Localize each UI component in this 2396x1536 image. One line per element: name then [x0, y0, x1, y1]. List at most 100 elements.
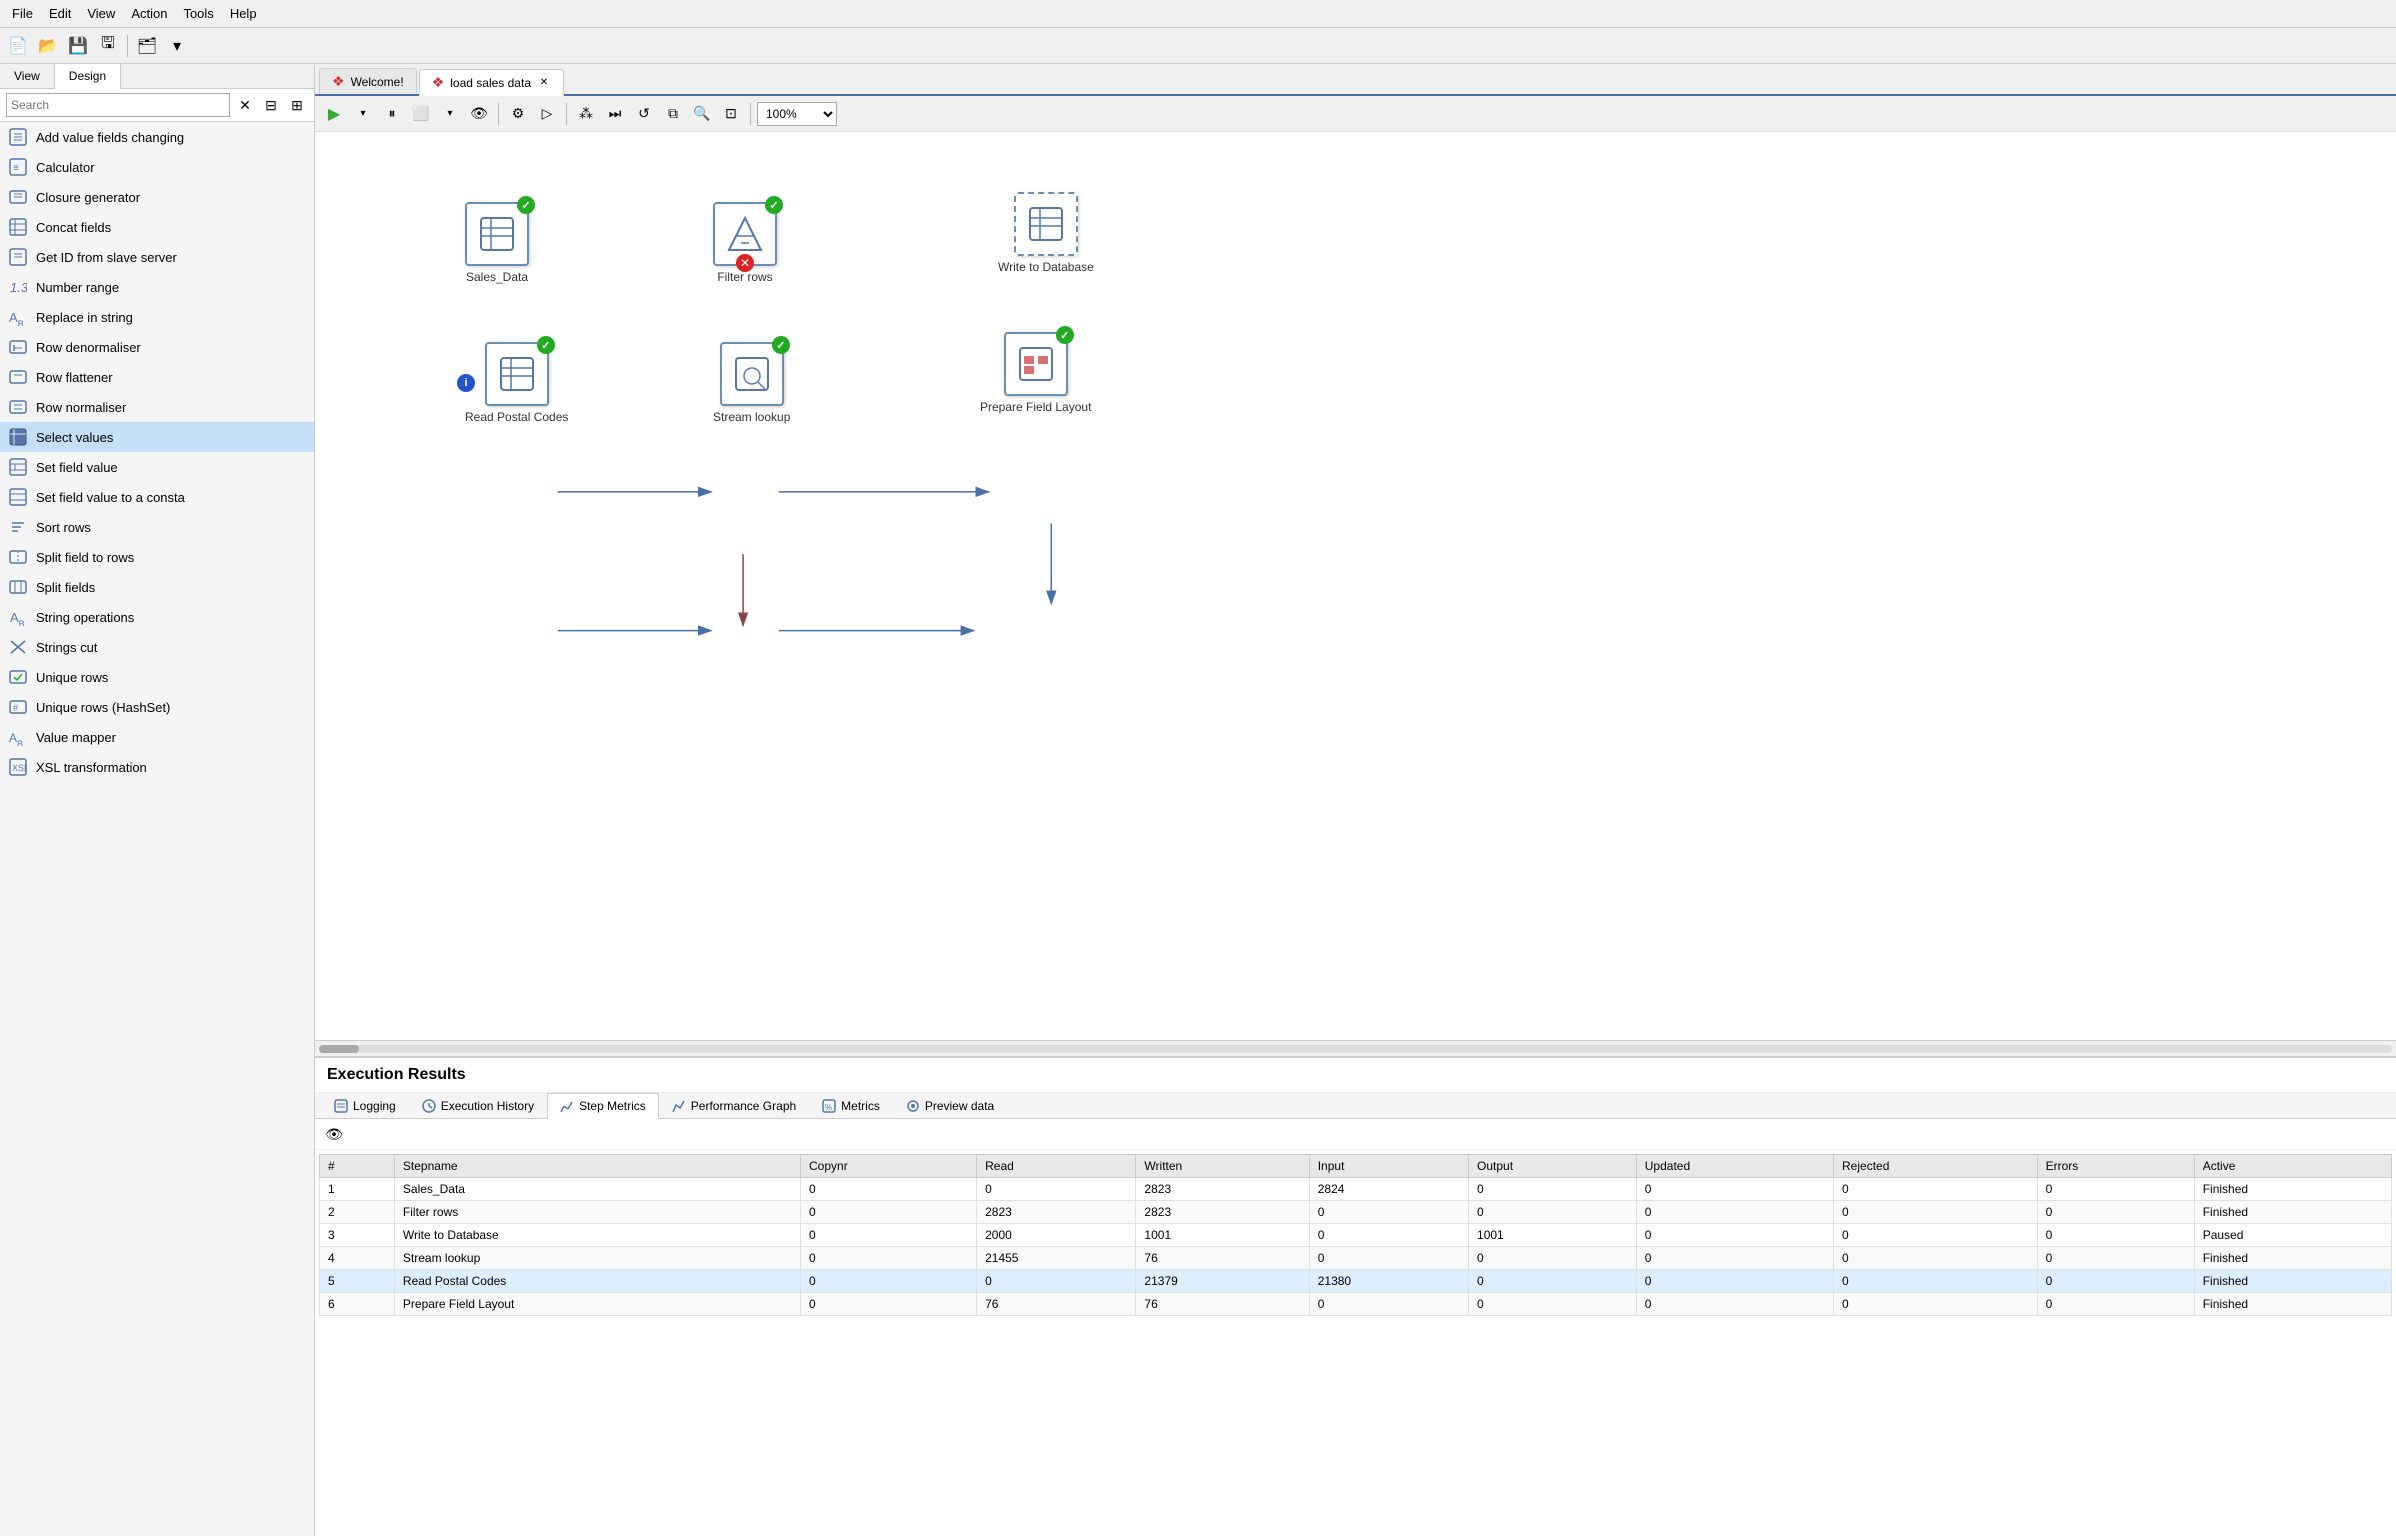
menu-edit[interactable]: Edit — [41, 4, 79, 23]
sidebar-item-row-normaliser[interactable]: Row normaliser — [0, 392, 314, 422]
col-active: Active — [2194, 1155, 2391, 1178]
preview-button[interactable]: 👁 — [466, 102, 492, 126]
sidebar-item-strings-cut[interactable]: Strings cut — [0, 632, 314, 662]
sidebar-item-set-field-value-const[interactable]: Set field value to a consta — [0, 482, 314, 512]
node-read-postal[interactable]: ✓ i Read Postal Codes — [465, 342, 568, 424]
run-step-button[interactable]: ▷ — [534, 102, 560, 126]
search-clear-btn[interactable]: ✕ — [234, 94, 256, 116]
sidebar-item-row-denormaliser[interactable]: Row denormaliser — [0, 332, 314, 362]
col-rejected: Rejected — [1834, 1155, 2038, 1178]
sidebar-item-closure-generator[interactable]: Closure generator — [0, 182, 314, 212]
exec-tab-step-metrics[interactable]: Step Metrics — [547, 1093, 659, 1119]
copy-button[interactable]: ⧉ — [660, 102, 686, 126]
menu-action[interactable]: Action — [123, 4, 175, 23]
sidebar-item-split-fields[interactable]: Split fields — [0, 572, 314, 602]
sidebar-item-calculator[interactable]: ≡ Calculator — [0, 152, 314, 182]
sidebar-item-add-value-fields[interactable]: Add value fields changing — [0, 122, 314, 152]
refresh-button[interactable]: ↺ — [631, 102, 657, 126]
stop-dropdown[interactable]: ▾ — [437, 102, 463, 126]
sidebar-item-concat-fields[interactable]: Concat fields — [0, 212, 314, 242]
menu-view[interactable]: View — [79, 4, 123, 23]
node-filter-rows[interactable]: ✓ ✕ Filter rows — [713, 202, 777, 284]
canvas-toolbar: ▶ ▾ ⏸ ⬜ ▾ 👁 ⚙ ▷ ⁂ ⏭ ↺ ⧉ 🔍 ⊡ 100% 75% 50%… — [315, 96, 2396, 132]
sidebar-item-sort-rows[interactable]: Sort rows — [0, 512, 314, 542]
zoom-select[interactable]: 100% 75% 50% 150% 200% — [757, 102, 837, 126]
stop-button[interactable]: ⬜ — [408, 102, 434, 126]
search-expand-btn[interactable]: ⊞ — [286, 94, 308, 116]
settings-button[interactable]: ⚙ — [505, 102, 531, 126]
node-sales-data[interactable]: ✓ Sales_Data — [465, 202, 529, 284]
get-id-icon — [8, 247, 28, 267]
exec-results-title: Execution Results — [315, 1058, 2396, 1093]
col-read: Read — [977, 1155, 1136, 1178]
sidebar-label-set-field-value: Set field value — [36, 460, 306, 475]
run-button[interactable]: ▶ — [321, 102, 347, 126]
tab-load-sales-data[interactable]: ❖ load sales data ✕ — [419, 69, 564, 96]
sidebar-item-replace-in-string[interactable]: AB Replace in string — [0, 302, 314, 332]
run-dropdown[interactable]: ▾ — [350, 102, 376, 126]
toolbar-save-as[interactable]: 🖫 — [94, 33, 122, 59]
table-row: 4Stream lookup0214557600000Finished — [320, 1247, 2392, 1270]
search-icons: ✕ ⊟ ⊞ — [234, 94, 308, 116]
xsl-icon: XSL — [8, 757, 28, 777]
sidebar-label-xsl-transformation: XSL transformation — [36, 760, 306, 775]
exec-table: # Stepname Copynr Read Written Input Out… — [319, 1154, 2392, 1316]
exec-content[interactable]: # Stepname Copynr Read Written Input Out… — [315, 1150, 2396, 1536]
pause-button[interactable]: ⏸ — [379, 102, 405, 126]
search-input[interactable] — [6, 93, 230, 117]
menu-tools[interactable]: Tools — [175, 4, 221, 23]
sidebar-item-select-values[interactable]: Select values — [0, 422, 314, 452]
menu-file[interactable]: File — [4, 4, 41, 23]
debug-button[interactable]: ⁂ — [573, 102, 599, 126]
exec-tab-metrics[interactable]: % Metrics — [809, 1093, 893, 1118]
strings-cut-icon — [8, 637, 28, 657]
toolbar-layers[interactable]: 🗂 — [133, 33, 161, 59]
step-button[interactable]: ⏭ — [602, 102, 628, 126]
sidebar-item-split-field-rows[interactable]: Split field to rows — [0, 542, 314, 572]
sidebar-item-set-field-value[interactable]: Set field value — [0, 452, 314, 482]
exec-eye-button[interactable]: 👁 — [321, 1122, 347, 1146]
toolbar-open[interactable]: 📂 — [34, 33, 62, 59]
sidebar-item-string-operations[interactable]: AB String operations — [0, 602, 314, 632]
exec-tab-logging[interactable]: Logging — [321, 1093, 409, 1118]
toolbar-dropdown[interactable]: ▾ — [163, 33, 191, 59]
select-values-icon — [8, 427, 28, 447]
menu-help[interactable]: Help — [222, 4, 265, 23]
exec-tab-perf-graph[interactable]: Performance Graph — [659, 1093, 809, 1118]
tab-design[interactable]: Design — [55, 64, 121, 89]
h-scrollbar[interactable] — [319, 1045, 2392, 1053]
tab-welcome[interactable]: ❖ Welcome! — [319, 68, 417, 94]
tab-view[interactable]: View — [0, 64, 55, 88]
exec-tab-preview[interactable]: Preview data — [893, 1093, 1007, 1118]
tab-load-close[interactable]: ✕ — [537, 76, 551, 90]
node-prepare-layout[interactable]: ✓ Prepare Field Layout — [980, 332, 1091, 414]
search-canvas-button[interactable]: 🔍 — [689, 102, 715, 126]
sidebar-item-get-id-slave[interactable]: Get ID from slave server — [0, 242, 314, 272]
node-write-to-db[interactable]: Write to Database — [998, 192, 1094, 274]
toolbar-save[interactable]: 💾 — [64, 33, 92, 59]
col-errors: Errors — [2037, 1155, 2194, 1178]
svg-text:#: # — [13, 703, 18, 713]
canvas-area[interactable]: ✓ Sales_Data ✓ ✕ Filter rows Write to Da… — [315, 132, 2396, 1040]
sidebar-label-add-value-fields: Add value fields changing — [36, 130, 306, 145]
node-sales-data-label: Sales_Data — [466, 270, 528, 284]
sidebar-label-value-mapper: Value mapper — [36, 730, 306, 745]
sidebar-label-concat-fields: Concat fields — [36, 220, 306, 235]
toolbar-new[interactable]: 📄 — [4, 33, 32, 59]
sidebar-item-unique-rows[interactable]: Unique rows — [0, 662, 314, 692]
canvas-extra[interactable]: ⊡ — [718, 102, 744, 126]
search-collapse-btn[interactable]: ⊟ — [260, 94, 282, 116]
unique-hashset-icon: # — [8, 697, 28, 717]
sep1 — [127, 35, 128, 57]
sidebar-item-xsl-transformation[interactable]: XSL XSL transformation — [0, 752, 314, 782]
col-num: # — [320, 1155, 395, 1178]
sidebar-item-row-flattener[interactable]: Row flattener — [0, 362, 314, 392]
sidebar-item-value-mapper[interactable]: AB Value mapper — [0, 722, 314, 752]
node-stream-lookup[interactable]: ✓ Stream lookup — [713, 342, 790, 424]
h-scrollbar-area[interactable] — [315, 1040, 2396, 1056]
layout-status: ✓ — [1056, 326, 1074, 344]
exec-tab-history[interactable]: Execution History — [409, 1093, 547, 1118]
sidebar-item-unique-rows-hashset[interactable]: # Unique rows (HashSet) — [0, 692, 314, 722]
sidebar-label-calculator: Calculator — [36, 160, 306, 175]
sidebar-item-number-range[interactable]: 1.3 Number range — [0, 272, 314, 302]
